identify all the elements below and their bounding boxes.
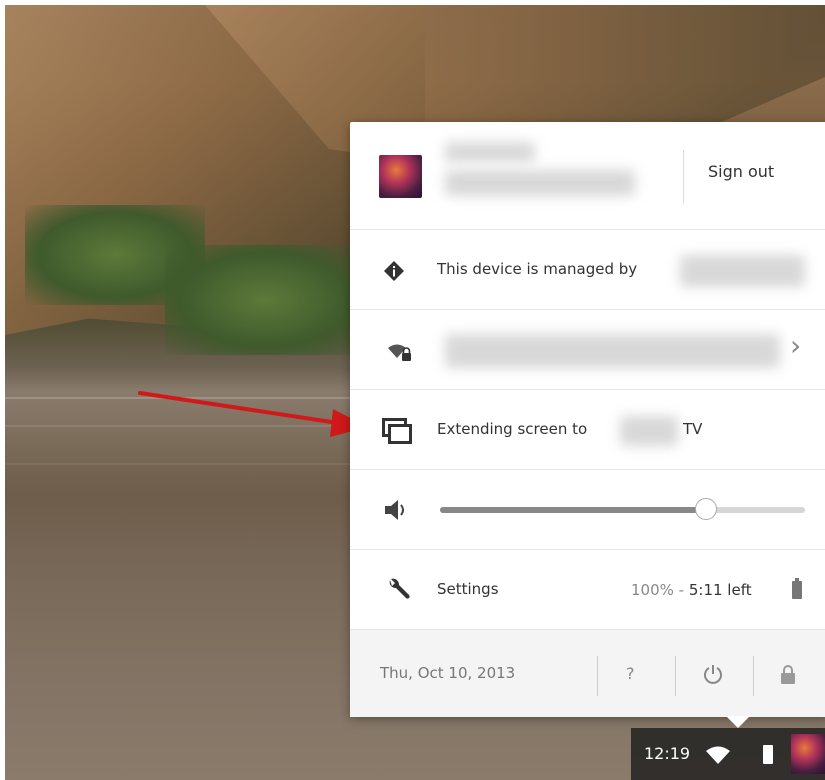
- wrench-icon: [389, 578, 410, 599]
- managed-device-row[interactable]: This device is managed by: [350, 230, 825, 310]
- sign-out-button[interactable]: Sign out: [708, 162, 774, 181]
- avatar: [379, 155, 422, 198]
- battery-icon: [792, 578, 802, 599]
- cast-row[interactable]: Extending screen to TV: [350, 390, 825, 470]
- cast-device-redacted: [620, 416, 678, 446]
- divider: [675, 656, 676, 696]
- divider: [753, 656, 754, 696]
- chevron-right-icon: ›: [790, 329, 802, 362]
- wifi-icon: [706, 746, 730, 764]
- extend-screen-icon: [382, 418, 412, 444]
- managed-label: This device is managed by: [437, 260, 638, 278]
- user-name-redacted: [445, 142, 535, 162]
- volume-icon[interactable]: [383, 498, 409, 522]
- volume-slider[interactable]: [440, 498, 805, 520]
- volume-slider-fill: [440, 507, 706, 513]
- divider: [597, 656, 598, 696]
- network-name-redacted: [445, 334, 780, 368]
- clock: 12:19: [644, 744, 691, 763]
- user-row: Sign out: [350, 122, 825, 230]
- battery-separator: -: [673, 581, 689, 599]
- date-label[interactable]: Thu, Oct 10, 2013: [380, 664, 515, 682]
- help-button[interactable]: ?: [620, 663, 641, 684]
- battery-percent: 100%: [631, 581, 674, 599]
- shelf-status-area[interactable]: 12:19: [631, 728, 825, 780]
- popup-pointer: [726, 716, 750, 728]
- annotation-arrow: [138, 391, 368, 437]
- tray-footer: Thu, Oct 10, 2013 ?: [350, 630, 825, 717]
- volume-slider-thumb[interactable]: [695, 498, 717, 520]
- enterprise-managed-icon: [384, 261, 404, 281]
- power-icon[interactable]: [702, 663, 724, 685]
- battery-status: 100% - 5:11 left: [631, 581, 752, 599]
- wallpaper-grass: [165, 245, 365, 355]
- cast-device-type: TV: [683, 420, 703, 438]
- wifi-lock-icon: [388, 344, 411, 361]
- network-row[interactable]: ›: [350, 310, 825, 390]
- settings-label: Settings: [437, 580, 499, 598]
- battery-icon: [763, 745, 773, 764]
- avatar: [791, 734, 825, 774]
- settings-row[interactable]: Settings 100% - 5:11 left: [350, 550, 825, 630]
- cast-label: Extending screen to: [437, 420, 588, 438]
- battery-time-left: 5:11 left: [688, 581, 752, 599]
- user-email-redacted: [445, 170, 635, 196]
- volume-row: [350, 470, 825, 550]
- lock-icon[interactable]: [778, 663, 798, 685]
- divider: [683, 150, 684, 204]
- managed-org-redacted: [680, 255, 805, 287]
- wallpaper-water-line: [5, 463, 365, 465]
- system-tray-popup: Sign out This device is managed by › Ext…: [350, 122, 825, 717]
